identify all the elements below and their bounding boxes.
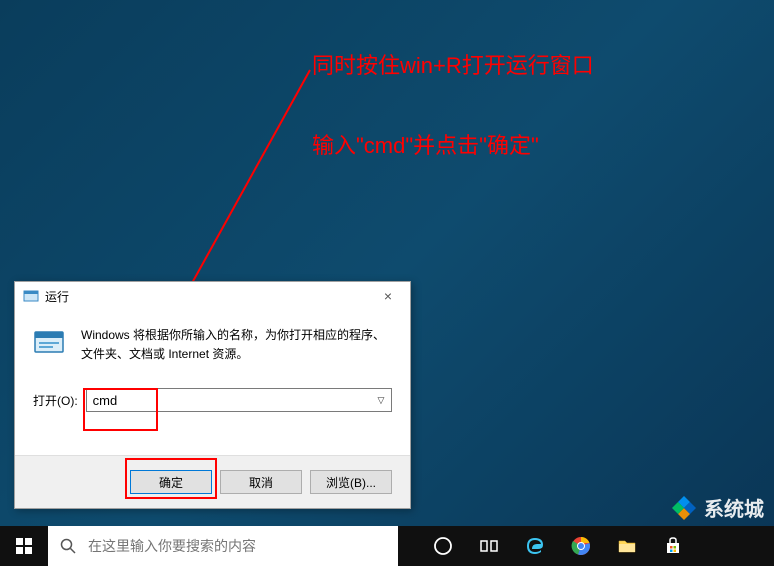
open-input[interactable] (86, 388, 392, 412)
dialog-description: Windows 将根据你所输入的名称，为你打开相应的程序、文件夹、文档或 Int… (81, 326, 392, 364)
run-dialog-icon (33, 326, 67, 360)
watermark: 系统城 (670, 493, 764, 522)
browse-button[interactable]: 浏览(B)... (310, 470, 392, 494)
taskbar (0, 526, 774, 566)
watermark-logo-icon (670, 494, 698, 522)
explorer-button[interactable] (604, 526, 650, 566)
search-input[interactable] (88, 538, 386, 554)
annotation-text-2: 输入"cmd"并点击"确定" (312, 128, 539, 160)
dialog-titlebar[interactable]: 运行 × (15, 282, 410, 310)
task-view-button[interactable] (466, 526, 512, 566)
cortana-icon (433, 536, 453, 556)
store-button[interactable] (650, 526, 696, 566)
taskbar-search[interactable] (48, 526, 398, 566)
edge-icon (525, 536, 545, 556)
run-dialog: 运行 × Windows 将根据你所输入的名称，为你打开相应的程序、文件夹、文档… (14, 281, 411, 509)
run-titlebar-icon (23, 288, 39, 304)
dialog-title: 运行 (45, 288, 69, 305)
search-icon (60, 538, 76, 554)
dialog-button-row: 确定 取消 浏览(B)... (15, 455, 410, 508)
ok-button[interactable]: 确定 (130, 470, 212, 494)
folder-icon (617, 536, 637, 556)
cortana-button[interactable] (420, 526, 466, 566)
chrome-icon (571, 536, 591, 556)
close-button[interactable]: × (370, 284, 406, 308)
chrome-button[interactable] (558, 526, 604, 566)
dropdown-icon[interactable]: ▽ (372, 390, 390, 410)
task-view-icon (479, 536, 499, 556)
annotation-text-1: 同时按住win+R打开运行窗口 (312, 48, 594, 80)
windows-logo-icon (16, 538, 32, 554)
start-button[interactable] (0, 526, 48, 566)
store-icon (663, 536, 683, 556)
edge-button[interactable] (512, 526, 558, 566)
watermark-text: 系统城 (704, 493, 764, 522)
cancel-button[interactable]: 取消 (220, 470, 302, 494)
open-label: 打开(O): (33, 392, 78, 409)
